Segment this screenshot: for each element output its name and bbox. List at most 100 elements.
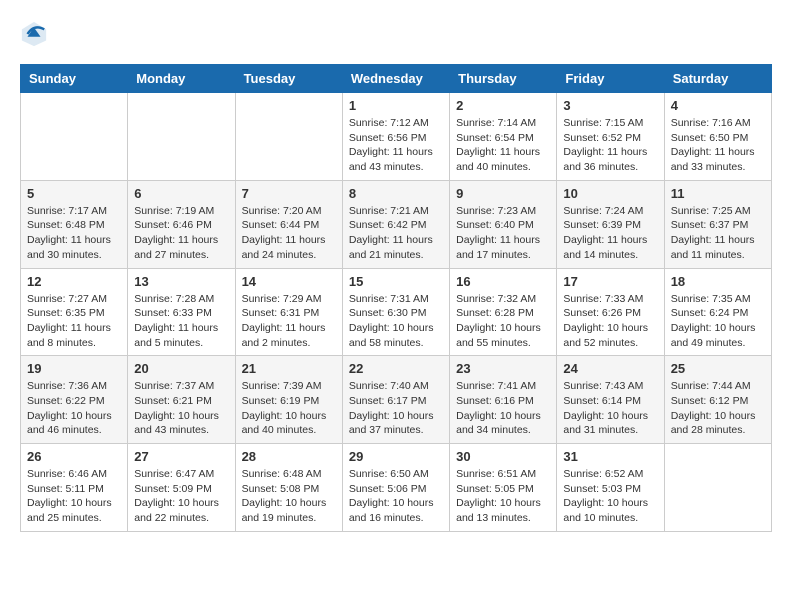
calendar-week-row: 1 Sunrise: 7:12 AM Sunset: 6:56 PM Daylig… [21,93,772,181]
day-number: 29 [349,449,443,464]
day-info: Sunrise: 7:32 AM Sunset: 6:28 PM Dayligh… [456,292,550,351]
day-info: Sunrise: 6:51 AM Sunset: 5:05 PM Dayligh… [456,467,550,526]
day-info: Sunrise: 7:23 AM Sunset: 6:40 PM Dayligh… [456,204,550,263]
calendar-cell [21,93,128,181]
day-info: Sunrise: 7:44 AM Sunset: 6:12 PM Dayligh… [671,379,765,438]
calendar-cell: 13 Sunrise: 7:28 AM Sunset: 6:33 PM Dayli… [128,268,235,356]
calendar-week-row: 5Sunrise: 7:17 AM Sunset: 6:48 PM Daylig… [21,180,772,268]
day-info: Sunrise: 7:20 AM Sunset: 6:44 PM Dayligh… [242,204,336,263]
calendar-cell: 23Sunrise: 7:41 AM Sunset: 6:16 PM Dayli… [450,356,557,444]
day-number: 18 [671,274,765,289]
calendar-cell: 6 Sunrise: 7:19 AM Sunset: 6:46 PM Daylig… [128,180,235,268]
calendar-cell: 1 Sunrise: 7:12 AM Sunset: 6:56 PM Daylig… [342,93,449,181]
calendar-cell [235,93,342,181]
calendar-cell: 10 Sunrise: 7:24 AM Sunset: 6:39 PM Dayli… [557,180,664,268]
day-info: Sunrise: 6:47 AM Sunset: 5:09 PM Dayligh… [134,467,228,526]
day-number: 21 [242,361,336,376]
calendar-week-row: 19Sunrise: 7:36 AM Sunset: 6:22 PM Dayli… [21,356,772,444]
day-info: Sunrise: 7:12 AM Sunset: 6:56 PM Dayligh… [349,116,443,175]
calendar-cell: 27 Sunrise: 6:47 AM Sunset: 5:09 PM Dayli… [128,444,235,532]
day-number: 17 [563,274,657,289]
day-number: 2 [456,98,550,113]
calendar-cell: 26 Sunrise: 6:46 AM Sunset: 5:11 PM Dayli… [21,444,128,532]
day-info: Sunrise: 7:37 AM Sunset: 6:21 PM Dayligh… [134,379,228,438]
calendar-cell: 21 Sunrise: 7:39 AM Sunset: 6:19 PM Dayli… [235,356,342,444]
day-info: Sunrise: 7:17 AM Sunset: 6:48 PM Dayligh… [27,204,121,263]
calendar-cell: 9 Sunrise: 7:23 AM Sunset: 6:40 PM Daylig… [450,180,557,268]
calendar-cell [664,444,771,532]
calendar-cell: 12 Sunrise: 7:27 AM Sunset: 6:35 PM Dayli… [21,268,128,356]
day-number: 27 [134,449,228,464]
day-info: Sunrise: 7:31 AM Sunset: 6:30 PM Dayligh… [349,292,443,351]
calendar-table: SundayMondayTuesdayWednesdayThursdayFrid… [20,64,772,532]
day-number: 14 [242,274,336,289]
day-info: Sunrise: 7:19 AM Sunset: 6:46 PM Dayligh… [134,204,228,263]
calendar-cell: 18Sunrise: 7:35 AM Sunset: 6:24 PM Dayli… [664,268,771,356]
calendar-cell: 14 Sunrise: 7:29 AM Sunset: 6:31 PM Dayli… [235,268,342,356]
day-number: 8 [349,186,443,201]
day-number: 25 [671,361,765,376]
day-info: Sunrise: 7:39 AM Sunset: 6:19 PM Dayligh… [242,379,336,438]
day-number: 26 [27,449,121,464]
page-header [20,20,772,48]
day-info: Sunrise: 7:16 AM Sunset: 6:50 PM Dayligh… [671,116,765,175]
day-number: 31 [563,449,657,464]
day-number: 19 [27,361,121,376]
day-number: 11 [671,186,765,201]
calendar-header-row: SundayMondayTuesdayWednesdayThursdayFrid… [21,65,772,93]
calendar-cell: 2Sunrise: 7:14 AM Sunset: 6:54 PM Daylig… [450,93,557,181]
day-info: Sunrise: 7:40 AM Sunset: 6:17 PM Dayligh… [349,379,443,438]
calendar-cell: 20 Sunrise: 7:37 AM Sunset: 6:21 PM Dayli… [128,356,235,444]
day-info: Sunrise: 7:15 AM Sunset: 6:52 PM Dayligh… [563,116,657,175]
calendar-cell: 30 Sunrise: 6:51 AM Sunset: 5:05 PM Dayli… [450,444,557,532]
calendar-cell: 7Sunrise: 7:20 AM Sunset: 6:44 PM Daylig… [235,180,342,268]
calendar-cell: 29 Sunrise: 6:50 AM Sunset: 5:06 PM Dayli… [342,444,449,532]
calendar-cell: 24 Sunrise: 7:43 AM Sunset: 6:14 PM Dayli… [557,356,664,444]
day-info: Sunrise: 6:46 AM Sunset: 5:11 PM Dayligh… [27,467,121,526]
logo [20,20,52,48]
calendar-cell: 31Sunrise: 6:52 AM Sunset: 5:03 PM Dayli… [557,444,664,532]
day-info: Sunrise: 7:33 AM Sunset: 6:26 PM Dayligh… [563,292,657,351]
day-info: Sunrise: 7:27 AM Sunset: 6:35 PM Dayligh… [27,292,121,351]
day-number: 13 [134,274,228,289]
day-number: 6 [134,186,228,201]
day-number: 3 [563,98,657,113]
day-number: 16 [456,274,550,289]
day-info: Sunrise: 7:43 AM Sunset: 6:14 PM Dayligh… [563,379,657,438]
calendar-day-header: Sunday [21,65,128,93]
calendar-cell: 15 Sunrise: 7:31 AM Sunset: 6:30 PM Dayli… [342,268,449,356]
calendar-day-header: Saturday [664,65,771,93]
logo-icon [20,20,48,48]
calendar-cell: 11 Sunrise: 7:25 AM Sunset: 6:37 PM Dayli… [664,180,771,268]
day-number: 20 [134,361,228,376]
calendar-cell: 8 Sunrise: 7:21 AM Sunset: 6:42 PM Daylig… [342,180,449,268]
calendar-day-header: Monday [128,65,235,93]
day-number: 22 [349,361,443,376]
day-number: 24 [563,361,657,376]
day-info: Sunrise: 7:29 AM Sunset: 6:31 PM Dayligh… [242,292,336,351]
calendar-cell: 19Sunrise: 7:36 AM Sunset: 6:22 PM Dayli… [21,356,128,444]
day-info: Sunrise: 6:50 AM Sunset: 5:06 PM Dayligh… [349,467,443,526]
day-info: Sunrise: 7:21 AM Sunset: 6:42 PM Dayligh… [349,204,443,263]
calendar-cell: 16 Sunrise: 7:32 AM Sunset: 6:28 PM Dayli… [450,268,557,356]
day-info: Sunrise: 6:48 AM Sunset: 5:08 PM Dayligh… [242,467,336,526]
calendar-cell: 28 Sunrise: 6:48 AM Sunset: 5:08 PM Dayli… [235,444,342,532]
calendar-cell [128,93,235,181]
calendar-cell: 17 Sunrise: 7:33 AM Sunset: 6:26 PM Dayli… [557,268,664,356]
day-number: 30 [456,449,550,464]
day-number: 12 [27,274,121,289]
day-info: Sunrise: 7:24 AM Sunset: 6:39 PM Dayligh… [563,204,657,263]
calendar-day-header: Thursday [450,65,557,93]
day-info: Sunrise: 7:28 AM Sunset: 6:33 PM Dayligh… [134,292,228,351]
day-number: 10 [563,186,657,201]
day-info: Sunrise: 7:25 AM Sunset: 6:37 PM Dayligh… [671,204,765,263]
day-info: Sunrise: 7:41 AM Sunset: 6:16 PM Dayligh… [456,379,550,438]
calendar-day-header: Tuesday [235,65,342,93]
calendar-cell: 3 Sunrise: 7:15 AM Sunset: 6:52 PM Daylig… [557,93,664,181]
day-number: 9 [456,186,550,201]
day-number: 15 [349,274,443,289]
calendar-cell: 22 Sunrise: 7:40 AM Sunset: 6:17 PM Dayli… [342,356,449,444]
day-number: 1 [349,98,443,113]
day-number: 28 [242,449,336,464]
calendar-week-row: 26 Sunrise: 6:46 AM Sunset: 5:11 PM Dayli… [21,444,772,532]
